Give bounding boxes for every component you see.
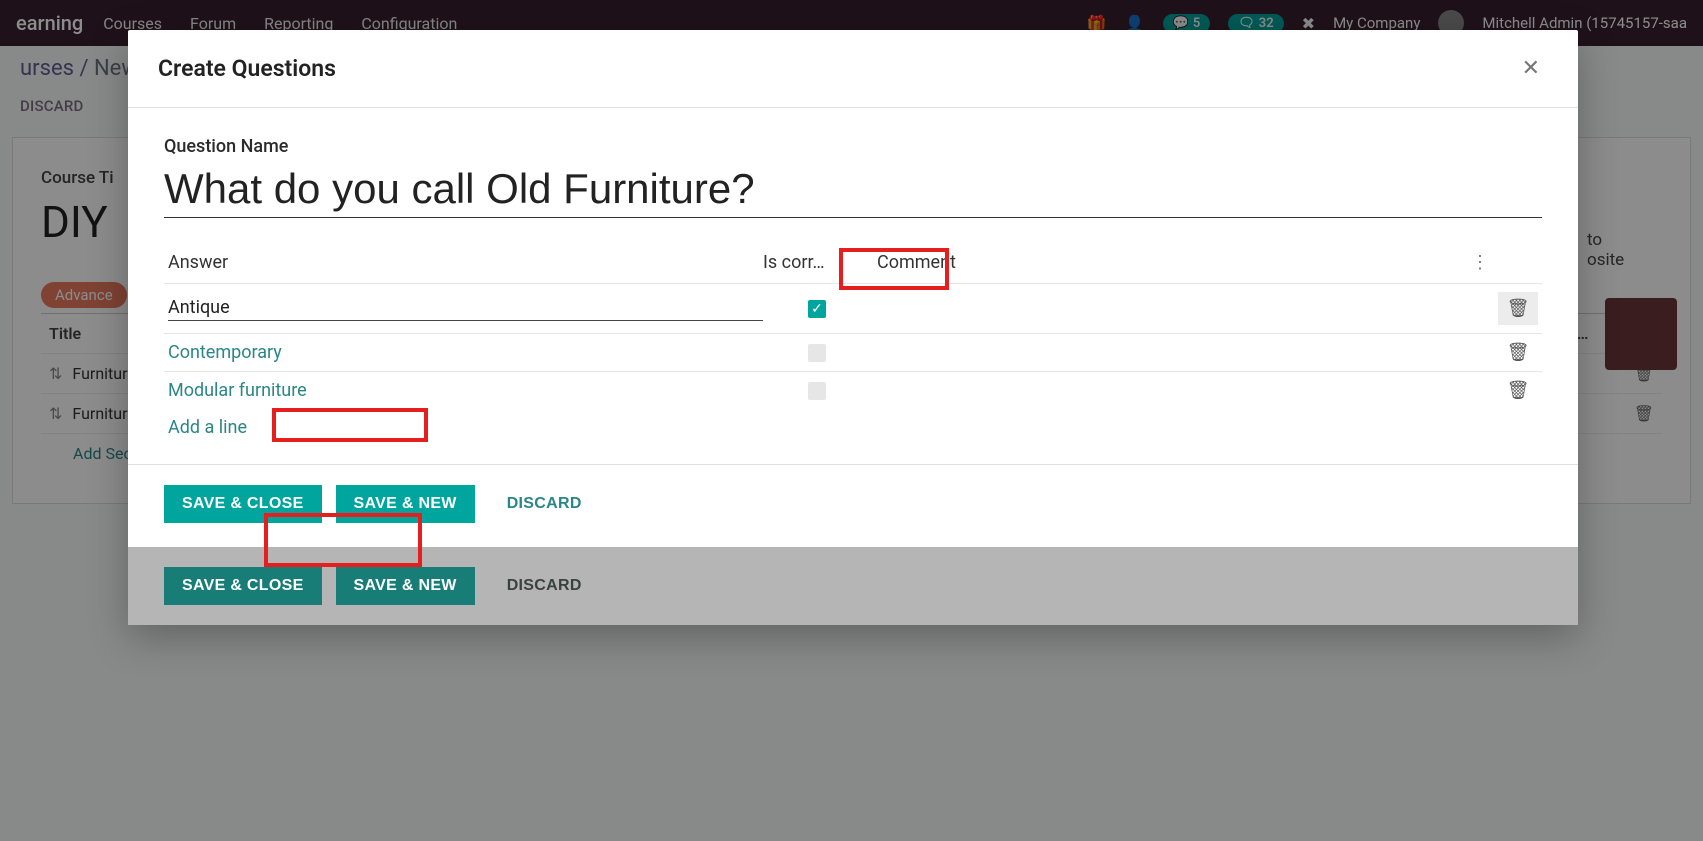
question-name-label: Question Name <box>164 136 1542 157</box>
modal-footer: SAVE & CLOSE SAVE & NEW DISCARD <box>128 464 1578 547</box>
answer-row: Modular furniture 🗑 <box>164 371 1542 409</box>
col-comment: Comment <box>871 252 1462 273</box>
delete-row-icon[interactable]: 🗑 <box>1498 292 1538 325</box>
delete-row-icon[interactable]: 🗑 <box>1498 380 1538 401</box>
answers-table: Answer Is corr… Comment ⋮ Antique ✓ 🗑 Co… <box>164 242 1542 446</box>
add-a-line-link[interactable]: Add a line <box>164 409 1542 446</box>
answer-text[interactable]: Antique <box>168 297 763 321</box>
create-questions-modal: Create Questions ✕ Question Name Answer … <box>128 30 1578 625</box>
answers-header: Answer Is corr… Comment ⋮ <box>164 242 1542 283</box>
question-name-input[interactable] <box>164 163 1542 218</box>
answer-row: Contemporary 🗑 <box>164 333 1542 371</box>
save-and-new-button[interactable]: SAVE & NEW <box>336 485 475 523</box>
is-correct-checkbox[interactable] <box>808 382 826 400</box>
close-icon[interactable]: ✕ <box>1514 52 1548 85</box>
delete-row-icon[interactable]: 🗑 <box>1498 342 1538 363</box>
answer-text[interactable]: Modular furniture <box>168 380 763 401</box>
discard-button-lower[interactable]: DISCARD <box>489 567 600 605</box>
modal-footer-lower: SAVE & CLOSE SAVE & NEW DISCARD <box>128 547 1578 625</box>
modal-header: Create Questions ✕ <box>128 30 1578 107</box>
is-correct-checkbox[interactable] <box>808 344 826 362</box>
is-correct-checkbox[interactable]: ✓ <box>808 300 826 318</box>
answer-row: Antique ✓ 🗑 <box>164 283 1542 333</box>
answer-text[interactable]: Contemporary <box>168 342 763 363</box>
discard-button[interactable]: DISCARD <box>489 485 600 523</box>
save-and-close-button[interactable]: SAVE & CLOSE <box>164 485 322 523</box>
col-menu-icon[interactable]: ⋮ <box>1462 252 1498 273</box>
col-answer: Answer <box>168 252 763 273</box>
col-is-correct: Is corr… <box>763 252 871 273</box>
modal-title: Create Questions <box>158 55 1514 82</box>
save-and-close-button-lower[interactable]: SAVE & CLOSE <box>164 567 322 605</box>
save-and-new-button-lower[interactable]: SAVE & NEW <box>336 567 475 605</box>
modal-body: Question Name Answer Is corr… Comment ⋮ … <box>128 108 1578 464</box>
